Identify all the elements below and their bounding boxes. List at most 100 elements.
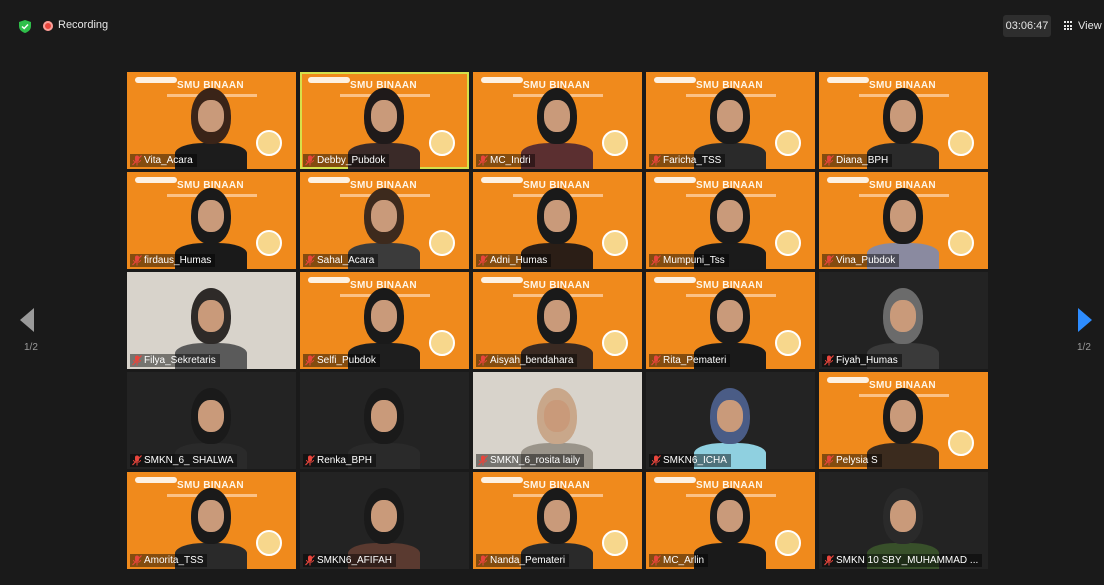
participant-name-label: Faricha_TSS <box>649 154 726 167</box>
sponsor-logos <box>481 77 523 83</box>
sponsor-logos <box>654 277 696 283</box>
muted-mic-icon <box>305 155 315 166</box>
participant-video-tile[interactable]: SMU BINAAN Debby_Pubdok <box>300 72 469 169</box>
muted-mic-icon <box>651 255 661 266</box>
participant-name-text: SMKN_6_ SHALWA <box>144 455 234 466</box>
banner-swirl-decoration <box>421 72 469 128</box>
participant-video-tile[interactable]: SMU BINAAN Selfi_Pubdok <box>300 272 469 369</box>
lightbulb-icon <box>602 130 628 156</box>
lightbulb-icon <box>602 530 628 556</box>
banner-swirl-decoration <box>767 72 815 128</box>
participant-name-label: MC_Indri <box>476 154 535 167</box>
participant-name-label: SMKN_6_rosita laily <box>476 454 585 467</box>
participant-name-label: SMKN6_AFIFAH <box>303 554 397 567</box>
muted-mic-icon <box>132 355 142 366</box>
participant-video-tile[interactable]: SMU BINAAN Mumpuni_Tss <box>646 172 815 269</box>
muted-mic-icon <box>478 355 488 366</box>
participant-video-tile[interactable]: SMU BINAAN Vita_Acara <box>127 72 296 169</box>
participant-video-tile[interactable]: Renka_BPH <box>300 372 469 469</box>
participant-name-label: Adni_Humas <box>476 254 552 267</box>
participant-video-tile[interactable]: SMKN6_ICHA <box>646 372 815 469</box>
sponsor-logos <box>654 77 696 83</box>
participant-name-text: Selfi_Pubdok <box>317 355 376 366</box>
participant-video-tile[interactable]: SMU BINAAN Sahal_Acara <box>300 172 469 269</box>
participant-name-label: SMKN_6_ SHALWA <box>130 454 238 467</box>
muted-mic-icon <box>824 255 834 266</box>
participant-video-tile[interactable]: SMKN 10 SBY_MUHAMMAD ... <box>819 472 988 569</box>
lightbulb-icon <box>429 130 455 156</box>
participant-name-text: SMKN_6_rosita laily <box>490 455 581 466</box>
lightbulb-icon <box>948 230 974 256</box>
participant-video-tile[interactable]: SMU BINAAN Diana_BPH <box>819 72 988 169</box>
participant-video-tile[interactable]: SMKN6_AFIFAH <box>300 472 469 569</box>
participant-name-text: Sahal_Acara <box>317 255 375 266</box>
muted-mic-icon <box>305 455 315 466</box>
muted-mic-icon <box>651 155 661 166</box>
participant-name-text: MC_Indri <box>490 155 531 166</box>
participant-name-label: Nanda_Pemateri <box>476 554 570 567</box>
participant-video-tile[interactable]: SMU BINAAN Amorita_TSS <box>127 472 296 569</box>
next-page-arrow-icon[interactable] <box>1076 308 1092 332</box>
muted-mic-icon <box>651 555 661 566</box>
sponsor-logos <box>827 177 869 183</box>
view-button-label: View <box>1078 20 1102 32</box>
lightbulb-icon <box>775 230 801 256</box>
participant-video-tile[interactable]: Filya_Sekretaris <box>127 272 296 369</box>
recording-dot-icon <box>43 21 53 31</box>
muted-mic-icon <box>824 555 834 566</box>
banner-swirl-decoration <box>940 172 988 228</box>
muted-mic-icon <box>305 255 315 266</box>
participant-video-tile[interactable]: SMU BINAAN Rita_Pemateri <box>646 272 815 369</box>
participant-name-label: Debby_Pubdok <box>303 154 390 167</box>
participant-name-text: Aisyah_bendahara <box>490 355 574 366</box>
banner-swirl-decoration <box>767 172 815 228</box>
participant-name-text: Rita_Pemateri <box>663 355 727 366</box>
lightbulb-icon <box>429 230 455 256</box>
participant-video-tile[interactable]: Fiyah_Humas <box>819 272 988 369</box>
participant-video-tile[interactable]: SMU BINAAN MC_Arlin <box>646 472 815 569</box>
lightbulb-icon <box>948 130 974 156</box>
meeting-top-bar: Recording 03:06:47 View <box>0 0 1104 52</box>
participant-video-tile[interactable]: SMU BINAAN Nanda_Pemateri <box>473 472 642 569</box>
muted-mic-icon <box>132 155 142 166</box>
participant-name-label: Rita_Pemateri <box>649 354 731 367</box>
lightbulb-icon <box>775 530 801 556</box>
participant-name-text: SMKN6_ICHA <box>663 455 727 466</box>
participant-video-tile[interactable]: SMKN_6_rosita laily <box>473 372 642 469</box>
participant-video-tile[interactable]: SMU BINAAN firdaus_Humas <box>127 172 296 269</box>
view-button[interactable]: View <box>1060 15 1104 37</box>
participant-name-text: Adni_Humas <box>490 255 548 266</box>
participant-name-text: Diana_BPH <box>836 155 889 166</box>
banner-swirl-decoration <box>594 72 642 128</box>
page-indicator-right: 1/2 <box>1077 342 1091 353</box>
banner-swirl-decoration <box>248 172 296 228</box>
muted-mic-icon <box>132 255 142 266</box>
security-shield-icon[interactable] <box>19 20 31 33</box>
banner-swirl-decoration <box>767 272 815 328</box>
banner-swirl-decoration <box>421 272 469 328</box>
previous-page-arrow-icon[interactable] <box>20 308 36 332</box>
sponsor-logos <box>135 77 177 83</box>
sponsor-logos <box>135 477 177 483</box>
muted-mic-icon <box>132 455 142 466</box>
participant-name-text: Nanda_Pemateri <box>490 555 566 566</box>
participant-name-label: Mumpuni_Tss <box>649 254 729 267</box>
participant-name-label: SMKN6_ICHA <box>649 454 731 467</box>
sponsor-logos <box>827 77 869 83</box>
lightbulb-icon <box>602 330 628 356</box>
muted-mic-icon <box>651 355 661 366</box>
participant-name-text: SMKN6_AFIFAH <box>317 555 393 566</box>
participant-video-tile[interactable]: SMU BINAAN Vina_Pubdok <box>819 172 988 269</box>
participant-name-label: Vita_Acara <box>130 154 197 167</box>
participant-video-tile[interactable]: SMU BINAAN Pelysia S <box>819 372 988 469</box>
participant-video-tile[interactable]: SMKN_6_ SHALWA <box>127 372 296 469</box>
participant-video-tile[interactable]: SMU BINAAN MC_Indri <box>473 72 642 169</box>
participant-name-label: Diana_BPH <box>822 154 893 167</box>
lightbulb-icon <box>775 330 801 356</box>
participant-video-tile[interactable]: SMU BINAAN Adni_Humas <box>473 172 642 269</box>
lightbulb-icon <box>948 430 974 456</box>
participant-video-tile[interactable]: SMU BINAAN Faricha_TSS <box>646 72 815 169</box>
muted-mic-icon <box>824 155 834 166</box>
participant-name-text: Filya_Sekretaris <box>144 355 216 366</box>
participant-video-tile[interactable]: SMU BINAAN Aisyah_bendahara <box>473 272 642 369</box>
